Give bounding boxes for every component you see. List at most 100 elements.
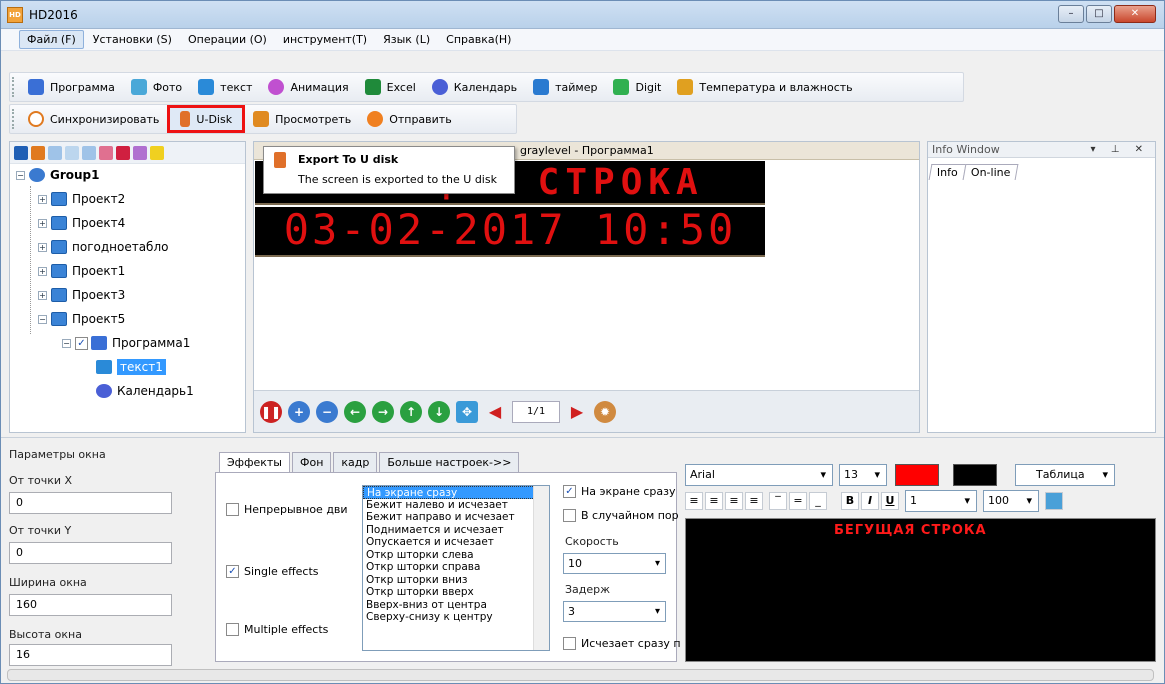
- close-button[interactable]: ✕: [1114, 5, 1156, 23]
- tree-item-project2[interactable]: + Проект2: [38, 188, 125, 210]
- x-input[interactable]: 0: [9, 492, 172, 514]
- spacing-input[interactable]: 1: [905, 490, 977, 512]
- tab-frame[interactable]: кадр: [333, 452, 378, 474]
- list-item[interactable]: Бежит налево и исчезает: [363, 499, 549, 512]
- menu-operations[interactable]: Операции (O): [181, 31, 274, 48]
- tree-item-project1[interactable]: + Проект1: [38, 260, 125, 282]
- align-right-icon[interactable]: ≡: [725, 492, 743, 510]
- list-item[interactable]: Поднимается и исчезает: [363, 524, 549, 537]
- justify-icon[interactable]: ≡: [745, 492, 763, 510]
- menu-settings[interactable]: Установки (S): [86, 31, 179, 48]
- arrow-right-icon[interactable]: →: [372, 400, 394, 423]
- toolbar-grip[interactable]: [12, 77, 16, 97]
- tree-item-weather[interactable]: + погодноетабло: [38, 236, 168, 258]
- valign-bottom-icon[interactable]: _: [809, 492, 827, 510]
- search-icon[interactable]: [150, 145, 164, 160]
- menu-file[interactable]: Файл (F): [19, 30, 84, 49]
- tab-online[interactable]: On-line: [962, 164, 1019, 180]
- valign-middle-icon[interactable]: =: [789, 492, 807, 510]
- program-checkbox[interactable]: ✓: [75, 336, 88, 350]
- tab-background[interactable]: Фон: [292, 452, 332, 474]
- arrow-down-icon[interactable]: ↓: [428, 400, 450, 423]
- sync-button[interactable]: Синхронизировать: [20, 106, 167, 132]
- toolbar-grip[interactable]: [12, 109, 16, 129]
- temperature-button[interactable]: Температура и влажность: [669, 74, 860, 100]
- move-up-icon[interactable]: [82, 145, 96, 160]
- copy-icon[interactable]: [48, 145, 62, 160]
- tab-info[interactable]: Info: [928, 164, 967, 180]
- title-bar[interactable]: HD HD2016 – □ ✕: [1, 1, 1164, 29]
- width-input[interactable]: 160: [9, 594, 172, 616]
- list-item[interactable]: Откр шторки вверх: [363, 586, 549, 599]
- expand-icon[interactable]: +: [38, 242, 47, 252]
- tab-effects[interactable]: Эффекты: [219, 452, 290, 474]
- menu-language[interactable]: Язык (L): [376, 31, 437, 48]
- animation-button[interactable]: Анимация: [260, 74, 356, 100]
- tree-item-project5[interactable]: − Проект5: [38, 308, 125, 330]
- photo-button[interactable]: Фото: [123, 74, 190, 100]
- height-input[interactable]: 16: [9, 644, 172, 666]
- list-item[interactable]: Откр шторки слева: [363, 549, 549, 562]
- timer-button[interactable]: таймер: [525, 74, 605, 100]
- tree-item-text1[interactable]: текст1: [96, 356, 166, 378]
- tree-item-program1[interactable]: − ✓ Программа1: [62, 332, 190, 354]
- effects-list[interactable]: На экране сразу Бежит налево и исчезает …: [362, 485, 550, 651]
- collapse-icon[interactable]: −: [16, 170, 25, 180]
- check-icon[interactable]: [133, 145, 147, 160]
- vanish-checkbox[interactable]: Исчезает сразу п: [563, 637, 681, 650]
- checkbox-box[interactable]: ✓: [563, 485, 576, 498]
- table-button[interactable]: Таблица: [1015, 464, 1115, 486]
- menu-help[interactable]: Справка(H): [439, 31, 518, 48]
- add-screen-icon[interactable]: [14, 145, 28, 160]
- list-item[interactable]: Откр шторки справа: [363, 561, 549, 574]
- tree-item-calendar1[interactable]: Календарь1: [96, 380, 194, 402]
- prev-page-icon[interactable]: ◀: [484, 401, 506, 423]
- text-button[interactable]: текст: [190, 74, 260, 100]
- single-effects-checkbox[interactable]: ✓ Single effects: [226, 565, 319, 578]
- checkbox-box[interactable]: [563, 637, 576, 650]
- speed-select[interactable]: 10: [563, 553, 666, 574]
- tree-group[interactable]: − Group1: [16, 164, 100, 186]
- arrow-up-icon[interactable]: ↑: [400, 400, 422, 423]
- expand-icon[interactable]: +: [38, 218, 47, 228]
- settings-icon[interactable]: ✹: [594, 400, 616, 423]
- list-scrollbar[interactable]: [533, 486, 549, 650]
- next-page-icon[interactable]: ▶: [566, 401, 588, 423]
- list-item[interactable]: Опускается и исчезает: [363, 536, 549, 549]
- calendar-button[interactable]: Календарь: [424, 74, 525, 100]
- zoom-in-icon[interactable]: +: [288, 400, 310, 423]
- multiple-effects-checkbox[interactable]: Multiple effects: [226, 623, 328, 636]
- add-program-icon[interactable]: [31, 145, 45, 160]
- background-color-swatch[interactable]: [953, 464, 997, 486]
- checkbox-box[interactable]: [563, 509, 576, 522]
- underline-icon[interactable]: U: [881, 492, 899, 510]
- checkbox-box[interactable]: [226, 623, 239, 636]
- on-screen-checkbox[interactable]: ✓ На экране сразу: [563, 485, 676, 498]
- program-button[interactable]: Программа: [20, 74, 123, 100]
- menu-tools[interactable]: инструмент(T): [276, 31, 374, 48]
- horizontal-scrollbar[interactable]: [7, 669, 1154, 681]
- list-item[interactable]: На экране сразу: [363, 486, 549, 499]
- align-left-icon[interactable]: ≡: [685, 492, 703, 510]
- delete-icon[interactable]: [116, 145, 130, 160]
- checkbox-box[interactable]: [226, 503, 239, 516]
- info-window-controls[interactable]: ▾ ⊥ ✕: [1091, 142, 1149, 158]
- font-select[interactable]: Arial: [685, 464, 833, 486]
- checkbox-box[interactable]: ✓: [226, 565, 239, 578]
- expand-icon[interactable]: +: [38, 266, 47, 276]
- paste-icon[interactable]: [65, 145, 79, 160]
- send-button[interactable]: Отправить: [359, 106, 460, 132]
- list-item[interactable]: Вверх-вниз от центра: [363, 599, 549, 612]
- image-icon[interactable]: [1045, 492, 1063, 510]
- arrow-left-icon[interactable]: ←: [344, 400, 366, 423]
- minimize-button[interactable]: –: [1058, 5, 1084, 23]
- bold-icon[interactable]: B: [841, 492, 859, 510]
- editor-canvas[interactable]: БЕГУЩАЯ СТРОКА: [685, 518, 1156, 662]
- list-item[interactable]: Откр шторки вниз: [363, 574, 549, 587]
- pause-icon[interactable]: ❚❚: [260, 400, 282, 423]
- tree-item-project4[interactable]: + Проект4: [38, 212, 125, 234]
- random-order-checkbox[interactable]: В случайном пор: [563, 509, 679, 522]
- tab-more-settings[interactable]: Больше настроек->>: [379, 452, 520, 474]
- excel-button[interactable]: Excel: [357, 74, 424, 100]
- tree-item-project3[interactable]: + Проект3: [38, 284, 125, 306]
